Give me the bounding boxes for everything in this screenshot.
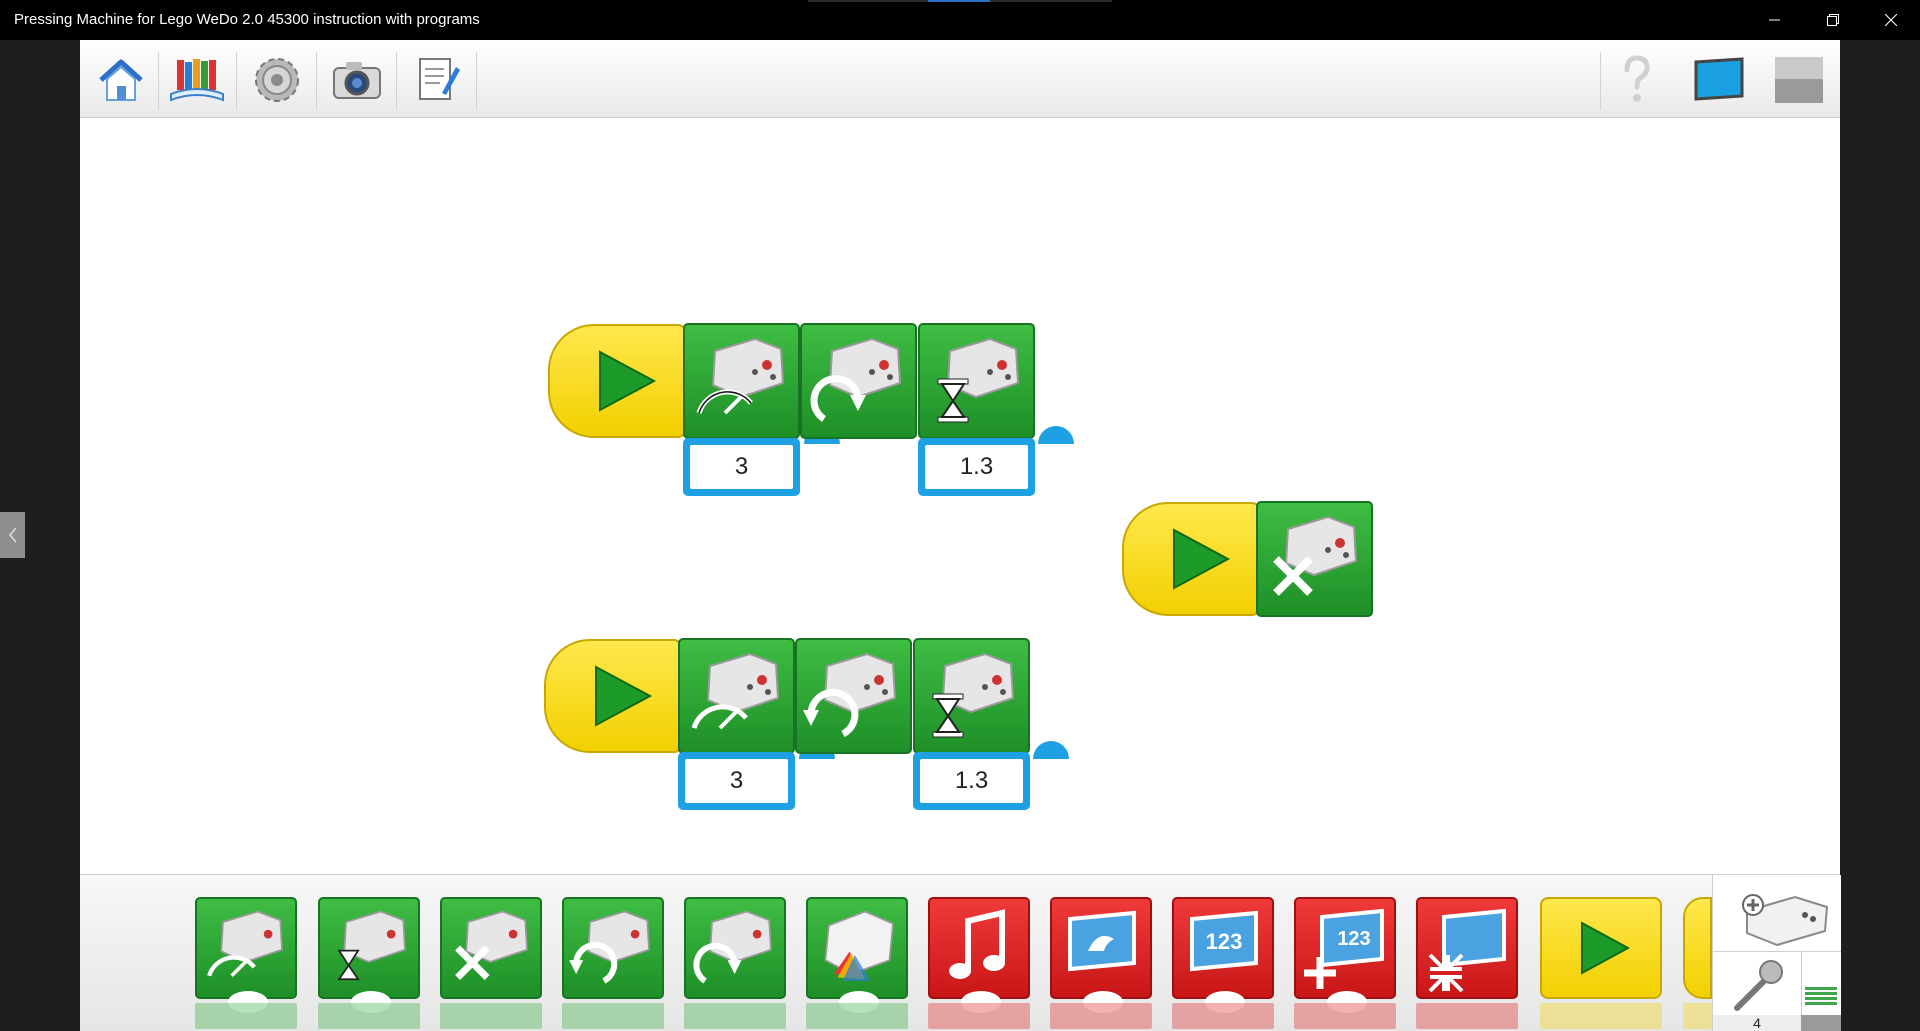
power-value[interactable]: 3 (690, 445, 793, 489)
motor-power-block[interactable] (683, 323, 800, 439)
help-button[interactable] (1606, 50, 1668, 110)
param-knob (1033, 741, 1069, 759)
motor-power-icon (207, 910, 283, 977)
wait-value[interactable]: 1.3 (920, 759, 1023, 803)
library-icon (170, 59, 224, 102)
home-icon (99, 59, 143, 101)
motor-off-block[interactable] (1256, 501, 1373, 617)
motor-clockwise-icon (810, 337, 902, 422)
motor-off-icon (455, 910, 528, 980)
music-note-icon (949, 909, 1005, 979)
palette-play-sound-block[interactable] (928, 897, 1030, 1013)
motor-power-icon (691, 652, 780, 730)
microphone-value: 4 (1713, 1015, 1801, 1031)
display-button[interactable] (1688, 50, 1750, 110)
documentation-button[interactable] (406, 50, 468, 110)
shrink-display-icon (1428, 908, 1506, 993)
hourglass-icon (932, 652, 1015, 738)
documentation-icon (419, 58, 460, 100)
motor-counterclockwise-icon (569, 910, 650, 984)
motor-clockwise-icon (693, 910, 772, 984)
close-icon (1885, 14, 1897, 26)
stop-button[interactable] (1768, 50, 1830, 110)
play-icon (1173, 528, 1231, 590)
palette-motor-power-block[interactable] (195, 897, 297, 1013)
hourglass-icon (337, 910, 406, 981)
help-icon (1624, 55, 1650, 102)
power-value-box[interactable]: 3 (683, 438, 800, 496)
add-hub-icon (1742, 894, 1829, 947)
display-icon (1694, 57, 1744, 101)
settings-button[interactable] (246, 50, 308, 110)
motor-counterclockwise-icon (803, 652, 897, 738)
palette-light-color-block[interactable] (806, 897, 908, 1013)
start-block[interactable] (1122, 502, 1260, 616)
motor-on-for-block[interactable] (918, 323, 1035, 439)
motor-clockwise-block[interactable] (800, 323, 917, 439)
display-number-icon: 123 (1190, 910, 1258, 972)
programming-canvas[interactable]: 3 1.3 3 1.3 (80, 118, 1840, 874)
hourglass-icon (937, 337, 1020, 423)
camera-icon (333, 62, 381, 99)
chevron-left-icon (8, 527, 17, 543)
palette-motor-counterclockwise-block[interactable] (562, 897, 664, 999)
wait-value-box[interactable]: 1.3 (918, 438, 1035, 496)
palette-start-block[interactable] (1540, 897, 1662, 999)
settings-gear-icon (255, 58, 299, 102)
palette-motor-off-block[interactable] (440, 897, 542, 999)
sound-level-bar (1805, 987, 1837, 1005)
palette-display-background-block[interactable] (1050, 897, 1152, 1013)
close-button[interactable] (1862, 0, 1920, 40)
minimize-icon (1769, 19, 1780, 21)
motor-counterclockwise-block[interactable] (795, 638, 912, 754)
palette-display-small-block[interactable] (1416, 897, 1518, 999)
palette-motor-clockwise-block[interactable] (684, 897, 786, 999)
window-title: Pressing Machine for Lego WeDo 2.0 45300… (14, 11, 480, 28)
wait-value[interactable]: 1.3 (925, 445, 1028, 489)
camera-button[interactable] (326, 50, 388, 110)
toolbar (80, 40, 1840, 118)
display-image-icon (1068, 910, 1136, 972)
restore-button[interactable] (1804, 0, 1862, 40)
motor-power-block[interactable] (678, 638, 795, 754)
wait-value-box[interactable]: 1.3 (913, 752, 1030, 810)
palette-motor-on-for-block[interactable] (318, 897, 420, 1013)
palette-add-to-display-block[interactable]: 123 (1294, 897, 1396, 1013)
library-button[interactable] (166, 50, 228, 110)
palette-more-block[interactable] (1683, 897, 1712, 999)
block-palette: 123 123 4 (80, 874, 1841, 1031)
play-icon (1581, 921, 1631, 975)
play-icon (599, 350, 657, 412)
stop-icon (1775, 57, 1823, 103)
devices-panel: 4 (1712, 875, 1841, 1031)
start-block[interactable] (544, 639, 682, 753)
motor-power-icon (696, 337, 785, 415)
title-bar: Pressing Machine for Lego WeDo 2.0 45300… (0, 0, 1920, 40)
microphone-sensor[interactable] (1713, 952, 1802, 1016)
title-accent-highlight (928, 0, 990, 2)
play-icon (595, 665, 653, 727)
power-value-box[interactable]: 3 (678, 752, 795, 810)
svg-text:123: 123 (1206, 929, 1243, 954)
minimize-button[interactable] (1746, 0, 1804, 40)
start-block[interactable] (548, 324, 686, 438)
svg-text:123: 123 (1337, 928, 1370, 950)
motor-off-icon (1273, 515, 1358, 596)
collapse-panel-tab[interactable] (0, 512, 25, 558)
microphone-icon (1734, 960, 1783, 1011)
add-number-icon: 123 (1304, 908, 1384, 989)
home-button[interactable] (90, 50, 152, 110)
hub-light-icon (824, 910, 894, 981)
restore-icon (1827, 14, 1839, 26)
motor-on-for-block[interactable] (913, 638, 1030, 754)
power-value[interactable]: 3 (685, 759, 788, 803)
app-window: 3 1.3 3 1.3 123 123 4 (80, 40, 1841, 1031)
param-knob (1038, 426, 1074, 444)
palette-display-number-block[interactable]: 123 (1172, 897, 1274, 1013)
add-hub-button[interactable] (1713, 875, 1841, 952)
